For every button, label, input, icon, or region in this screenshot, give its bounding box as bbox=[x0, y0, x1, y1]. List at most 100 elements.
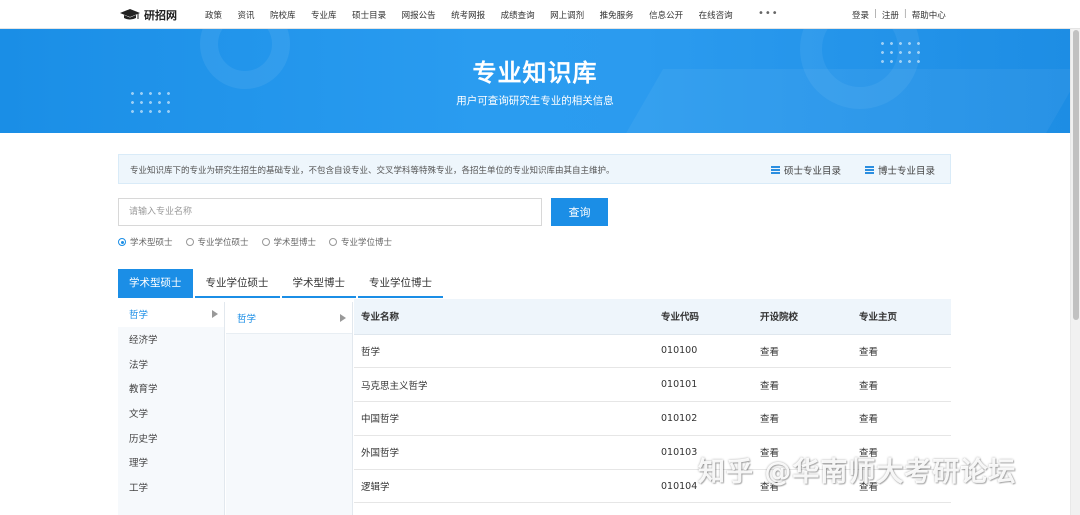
discipline-subcategory-list: 哲学 bbox=[226, 302, 353, 515]
nav-link-registration-notice[interactable]: 网报公告 bbox=[402, 9, 436, 21]
login-link[interactable]: 登录 bbox=[852, 9, 869, 21]
nav-link-school-db[interactable]: 院校库 bbox=[270, 9, 296, 21]
radio-professional-master[interactable]: 专业学位硕士 bbox=[185, 236, 249, 248]
category-item-law[interactable]: 法学 bbox=[118, 351, 224, 376]
column-header-homepage: 专业主页 bbox=[852, 299, 951, 335]
major-name-cell: 哲学 bbox=[354, 334, 654, 369]
radio-unchecked-icon bbox=[185, 238, 194, 246]
table-row: 马克思主义哲学 010101 查看 查看 bbox=[354, 367, 951, 403]
site-logo[interactable]: 研招网 bbox=[120, 7, 177, 23]
view-homepage-link[interactable]: 查看 bbox=[852, 334, 951, 369]
major-code-cell: 010101 bbox=[654, 367, 753, 403]
category-label: 法学 bbox=[129, 359, 149, 371]
banner-title: 专业知识库 bbox=[472, 59, 598, 87]
tab-professional-master[interactable]: 专业学位硕士 bbox=[194, 269, 280, 298]
major-code-cell: 010102 bbox=[654, 401, 753, 436]
tab-professional-doctor[interactable]: 专业学位博士 bbox=[358, 269, 443, 298]
radio-label: 学术型硕士 bbox=[130, 238, 173, 248]
notice-bar: 专业知识库下的专业为研究生招生的基础专业，不包含自设专业、交叉学科等特殊专业，各… bbox=[118, 154, 951, 184]
master-catalog-link[interactable]: 硕士专业目录 bbox=[771, 163, 841, 177]
list-icon bbox=[771, 166, 780, 174]
hero-banner: 专业知识库 用户可查询研究生专业的相关信息 bbox=[0, 29, 1070, 133]
nav-link-policy[interactable]: 政策 bbox=[205, 9, 222, 21]
graduation-cap-icon bbox=[120, 9, 140, 21]
table-row: 中国哲学 010102 查看 查看 bbox=[354, 401, 951, 436]
radio-checked-icon bbox=[118, 238, 126, 246]
radio-unchecked-icon bbox=[329, 238, 338, 246]
nav-link-recommendation[interactable]: 推免服务 bbox=[600, 9, 634, 21]
radio-unchecked-icon bbox=[261, 238, 270, 246]
radio-academic-master[interactable]: 学术型硕士 bbox=[118, 236, 173, 248]
main-nav-links: 政策 资讯 院校库 专业库 硕士目录 网报公告 统考网报 成绩查询 网上调剂 推… bbox=[205, 9, 748, 21]
logo-text: 研招网 bbox=[144, 9, 177, 22]
category-item-science[interactable]: 理学 bbox=[118, 450, 224, 475]
category-label: 文学 bbox=[129, 409, 149, 421]
column-header-schools: 开设院校 bbox=[753, 299, 852, 335]
discipline-category-list: 哲学 经济学 法学 教育学 文学 历史学 理学 工学 bbox=[118, 302, 225, 515]
nav-link-online-consult[interactable]: 在线咨询 bbox=[699, 9, 733, 21]
more-menu-icon[interactable]: ••• bbox=[758, 8, 779, 19]
view-homepage-link[interactable]: 查看 bbox=[852, 401, 951, 436]
nav-link-exam-registration[interactable]: 统考网报 bbox=[451, 9, 485, 21]
nav-link-score-query[interactable]: 成绩查询 bbox=[501, 9, 535, 21]
top-navigation-bar: 研招网 政策 资讯 院校库 专业库 硕士目录 网报公告 统考网报 成绩查询 网上… bbox=[0, 0, 1080, 29]
view-schools-link[interactable]: 查看 bbox=[753, 401, 852, 436]
category-label: 哲学 bbox=[129, 310, 149, 322]
major-name-cell: 外国哲学 bbox=[354, 435, 654, 470]
view-schools-link[interactable]: 查看 bbox=[753, 367, 852, 403]
tab-academic-doctor[interactable]: 学术型博士 bbox=[281, 269, 356, 298]
category-item-literature[interactable]: 文学 bbox=[118, 401, 224, 426]
category-item-engineering[interactable]: 工学 bbox=[118, 475, 224, 500]
banner-subtitle: 用户可查询研究生专业的相关信息 bbox=[456, 95, 614, 107]
radio-professional-doctor[interactable]: 专业学位博士 bbox=[329, 236, 392, 248]
nav-link-news[interactable]: 资讯 bbox=[238, 9, 255, 21]
category-label: 历史学 bbox=[129, 433, 158, 445]
radio-academic-doctor[interactable]: 学术型博士 bbox=[261, 236, 317, 248]
list-icon bbox=[865, 166, 874, 174]
subcategory-label: 哲学 bbox=[237, 313, 257, 325]
zhihu-watermark: 知乎 @华南师大考研论坛 bbox=[698, 457, 1017, 488]
column-header-major-name: 专业名称 bbox=[354, 299, 654, 335]
scrollbar-thumb[interactable] bbox=[1073, 30, 1079, 320]
nav-link-master-catalog[interactable]: 硕士目录 bbox=[352, 9, 386, 21]
category-label: 教育学 bbox=[129, 384, 158, 396]
doctor-catalog-link[interactable]: 博士专业目录 bbox=[865, 163, 935, 177]
degree-tabs: 学术型硕士 专业学位硕士 学术型博士 专业学位博士 bbox=[118, 269, 445, 298]
nav-link-adjustment[interactable]: 网上调剂 bbox=[550, 9, 584, 21]
table-row: 哲学 010100 查看 查看 bbox=[354, 334, 951, 369]
master-catalog-label: 硕士专业目录 bbox=[784, 166, 842, 177]
category-item-philosophy[interactable]: 哲学 bbox=[118, 302, 224, 327]
major-name-cell: 中国哲学 bbox=[354, 401, 654, 436]
category-label: 工学 bbox=[129, 483, 149, 495]
radio-label: 专业学位硕士 bbox=[197, 238, 249, 248]
tab-academic-master[interactable]: 学术型硕士 bbox=[118, 269, 193, 298]
major-search-input[interactable] bbox=[118, 198, 542, 226]
notice-text: 专业知识库下的专业为研究生招生的基础专业，不包含自设专业、交叉学科等特殊专业，各… bbox=[130, 166, 615, 176]
category-item-education[interactable]: 教育学 bbox=[118, 376, 224, 401]
help-center-link[interactable]: 帮助中心 bbox=[912, 9, 946, 21]
table-header-row: 专业名称 专业代码 开设院校 专业主页 bbox=[354, 299, 951, 335]
category-label: 理学 bbox=[129, 458, 149, 470]
view-homepage-link[interactable]: 查看 bbox=[852, 367, 951, 403]
degree-type-radio-group: 学术型硕士 专业学位硕士 学术型博士 专业学位博士 bbox=[118, 236, 392, 248]
user-links: 登录 | 注册 | 帮助中心 bbox=[852, 9, 946, 21]
subcategory-item-philosophy[interactable]: 哲学 bbox=[226, 302, 352, 334]
nav-link-info-disclosure[interactable]: 信息公开 bbox=[649, 9, 683, 21]
page-scrollbar[interactable] bbox=[1070, 29, 1080, 515]
caret-right-icon bbox=[340, 313, 346, 322]
radio-label: 学术型博士 bbox=[273, 238, 317, 248]
register-link[interactable]: 注册 bbox=[882, 9, 899, 21]
category-item-history[interactable]: 历史学 bbox=[118, 425, 224, 450]
category-label: 经济学 bbox=[129, 335, 158, 347]
category-item-economics[interactable]: 经济学 bbox=[118, 327, 224, 352]
view-schools-link[interactable]: 查看 bbox=[753, 334, 852, 369]
major-name-cell: 逻辑学 bbox=[354, 469, 654, 504]
search-button[interactable]: 查询 bbox=[551, 198, 608, 226]
doctor-catalog-label: 博士专业目录 bbox=[878, 166, 936, 177]
separator: | bbox=[874, 9, 877, 19]
major-name-cell: 马克思主义哲学 bbox=[354, 367, 654, 403]
radio-label: 专业学位博士 bbox=[341, 238, 393, 248]
major-code-cell: 010100 bbox=[654, 334, 753, 369]
caret-right-icon bbox=[212, 310, 218, 319]
nav-link-major-db[interactable]: 专业库 bbox=[311, 9, 337, 21]
